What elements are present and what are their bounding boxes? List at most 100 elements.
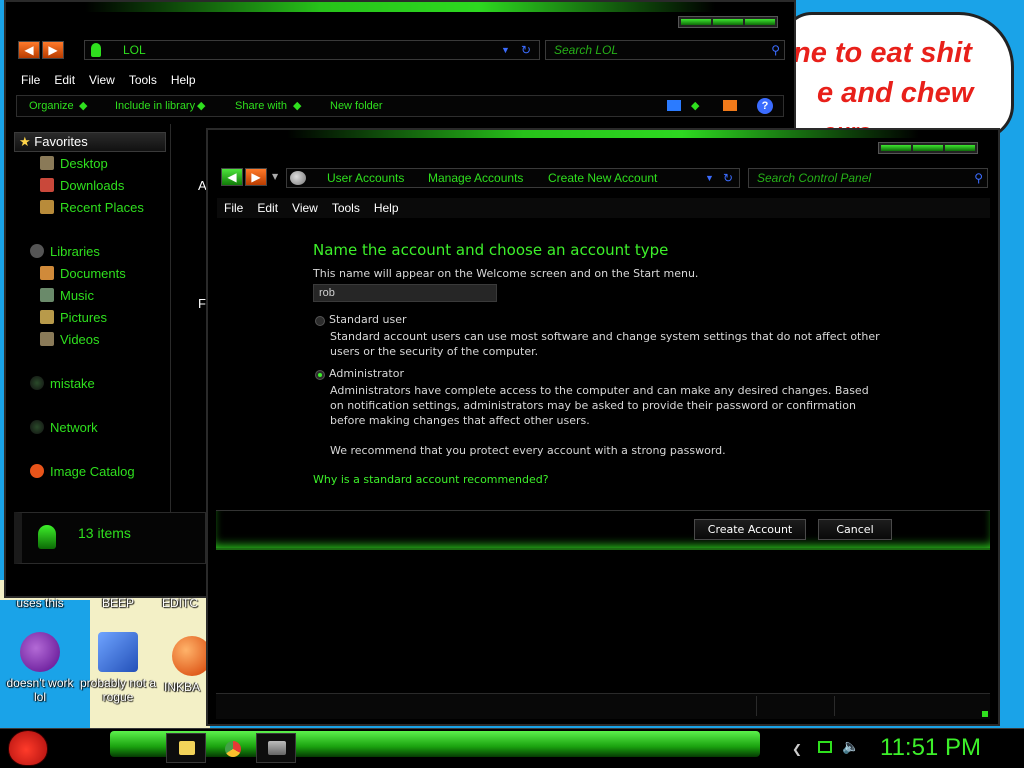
music-icon [40, 288, 54, 302]
recent-pages-icon[interactable]: ▼ [272, 172, 278, 181]
close-button[interactable] [745, 19, 775, 25]
breadcrumb-create-new-account[interactable]: Create New Account [548, 169, 657, 187]
nav-label: Pictures [60, 310, 107, 325]
favorites-header[interactable]: ★ Favorites [14, 132, 166, 152]
window-controls[interactable] [678, 16, 778, 28]
show-hidden-icons-icon[interactable]: ❮ [792, 742, 802, 756]
menu-edit[interactable]: Edit [47, 70, 82, 90]
nav-item-downloads[interactable]: Downloads [40, 176, 124, 196]
organize-button[interactable]: Organize [29, 96, 74, 116]
maximize-button[interactable] [913, 145, 943, 151]
menu-tools[interactable]: Tools [122, 70, 164, 90]
search-icon[interactable]: ⚲ [974, 169, 983, 187]
desktop-icon-yahoo[interactable]: doesn't work lol [0, 632, 80, 704]
explorer-search-box[interactable]: Search LOL ⚲ [545, 40, 785, 60]
sign-line-1: ne to eat shit [793, 37, 972, 69]
explorer-address-bar[interactable]: LOL ▼ ↻ [84, 40, 540, 60]
share-with-button[interactable]: Share with [235, 96, 287, 116]
taskbar-chrome-button[interactable] [212, 733, 252, 763]
folder-user-icon [91, 43, 101, 57]
forward-arrow-icon[interactable]: ▶ [245, 168, 267, 186]
volume-icon[interactable]: 🔈 [842, 739, 859, 755]
resize-grip-icon[interactable] [982, 711, 988, 717]
address-dropdown-icon[interactable]: ▼ [501, 41, 510, 59]
explorer-navigation-pane: ★ Favorites Desktop Downloads Recent Pla… [10, 124, 170, 504]
standard-user-radio[interactable] [315, 316, 325, 326]
search-icon[interactable]: ⚲ [771, 41, 780, 59]
menu-help[interactable]: Help [367, 198, 406, 218]
help-icon[interactable]: ? [757, 98, 773, 114]
nav-item-music[interactable]: Music [40, 286, 94, 306]
action-center-icon[interactable] [818, 741, 832, 753]
desktop-label-editc[interactable]: EDITC [150, 596, 210, 610]
refresh-icon[interactable]: ↻ [723, 169, 733, 187]
menu-edit[interactable]: Edit [250, 198, 285, 218]
desktop-icon-inkball[interactable]: INKBA [150, 636, 210, 694]
menu-view[interactable]: View [82, 70, 122, 90]
dropdown-icon: ◆ [197, 100, 206, 112]
window-controls[interactable] [878, 142, 978, 154]
menu-view[interactable]: View [285, 198, 325, 218]
chrome-icon [225, 741, 241, 757]
pane-divider[interactable] [170, 124, 171, 512]
search-placeholder: Search LOL [554, 43, 619, 57]
nav-item-network[interactable]: Network [30, 418, 98, 438]
standard-user-label[interactable]: Standard user [329, 312, 407, 327]
refresh-icon[interactable]: ↻ [521, 41, 531, 59]
network-icon [30, 420, 44, 434]
window-title-bar[interactable] [6, 2, 794, 12]
orange-ball-icon [172, 636, 210, 676]
nav-item-pictures[interactable]: Pictures [40, 308, 107, 328]
new-folder-button[interactable]: New folder [330, 96, 383, 116]
taskbar-explorer-button[interactable] [166, 733, 206, 763]
standard-account-help-link[interactable]: Why is a standard account recommended? [313, 473, 549, 486]
nav-item-videos[interactable]: Videos [40, 330, 100, 350]
nav-item-image-catalog[interactable]: Image Catalog [30, 462, 135, 482]
back-arrow-icon[interactable]: ◀ [18, 41, 40, 59]
desktop-icon-gears[interactable]: probably not a rogue [78, 632, 158, 704]
back-arrow-icon[interactable]: ◀ [221, 168, 243, 186]
breadcrumb-user-accounts[interactable]: User Accounts [327, 169, 404, 187]
status-divider [756, 696, 757, 716]
create-account-button[interactable]: Create Account [694, 519, 806, 540]
explorer-details-pane: 13 items [14, 512, 206, 564]
close-button[interactable] [945, 145, 975, 151]
menu-help[interactable]: Help [164, 70, 203, 90]
menu-tools[interactable]: Tools [325, 198, 367, 218]
nav-item-recent-places[interactable]: Recent Places [40, 198, 144, 218]
administrator-radio[interactable] [315, 370, 325, 380]
desktop-label-uses-this[interactable]: uses this [0, 596, 80, 610]
start-button-angry-bird-icon[interactable] [8, 730, 48, 766]
minimize-button[interactable] [681, 19, 711, 25]
user-accounts-icon [290, 171, 306, 185]
nav-label: Recent Places [60, 200, 144, 215]
forward-arrow-icon[interactable]: ▶ [42, 41, 64, 59]
standard-user-description: Standard account users can use most soft… [330, 330, 880, 358]
cp-search-box[interactable]: Search Control Panel ⚲ [748, 168, 988, 188]
nav-label: mistake [50, 376, 95, 391]
nav-item-mistake[interactable]: mistake [30, 374, 95, 394]
nav-item-libraries[interactable]: Libraries [30, 242, 100, 262]
breadcrumb-manage-accounts[interactable]: Manage Accounts [428, 169, 523, 187]
nav-label: Image Catalog [50, 464, 135, 479]
cp-address-bar[interactable]: User Accounts Manage Accounts Create New… [286, 168, 740, 188]
taskbar-control-panel-button[interactable] [256, 733, 296, 763]
cancel-button[interactable]: Cancel [818, 519, 892, 540]
nav-item-documents[interactable]: Documents [40, 264, 126, 284]
window-title-bar[interactable] [208, 130, 998, 138]
taskbar-clock[interactable]: 11:51 PM [880, 734, 981, 762]
address-dropdown-icon[interactable]: ▼ [705, 169, 714, 187]
minimize-button[interactable] [881, 145, 911, 151]
view-icon[interactable] [667, 100, 681, 111]
desktop-label-beep[interactable]: BEEP [78, 596, 158, 610]
maximize-button[interactable] [713, 19, 743, 25]
include-library-button[interactable]: Include in library [115, 96, 195, 116]
nav-item-desktop[interactable]: Desktop [40, 154, 108, 174]
item-count: 13 items [78, 525, 131, 541]
yahoo-messenger-icon [20, 632, 60, 672]
account-name-input[interactable] [313, 284, 497, 302]
preview-pane-icon[interactable] [723, 100, 737, 111]
menu-file[interactable]: File [217, 198, 250, 218]
administrator-label[interactable]: Administrator [329, 366, 404, 381]
menu-file[interactable]: File [14, 70, 47, 90]
